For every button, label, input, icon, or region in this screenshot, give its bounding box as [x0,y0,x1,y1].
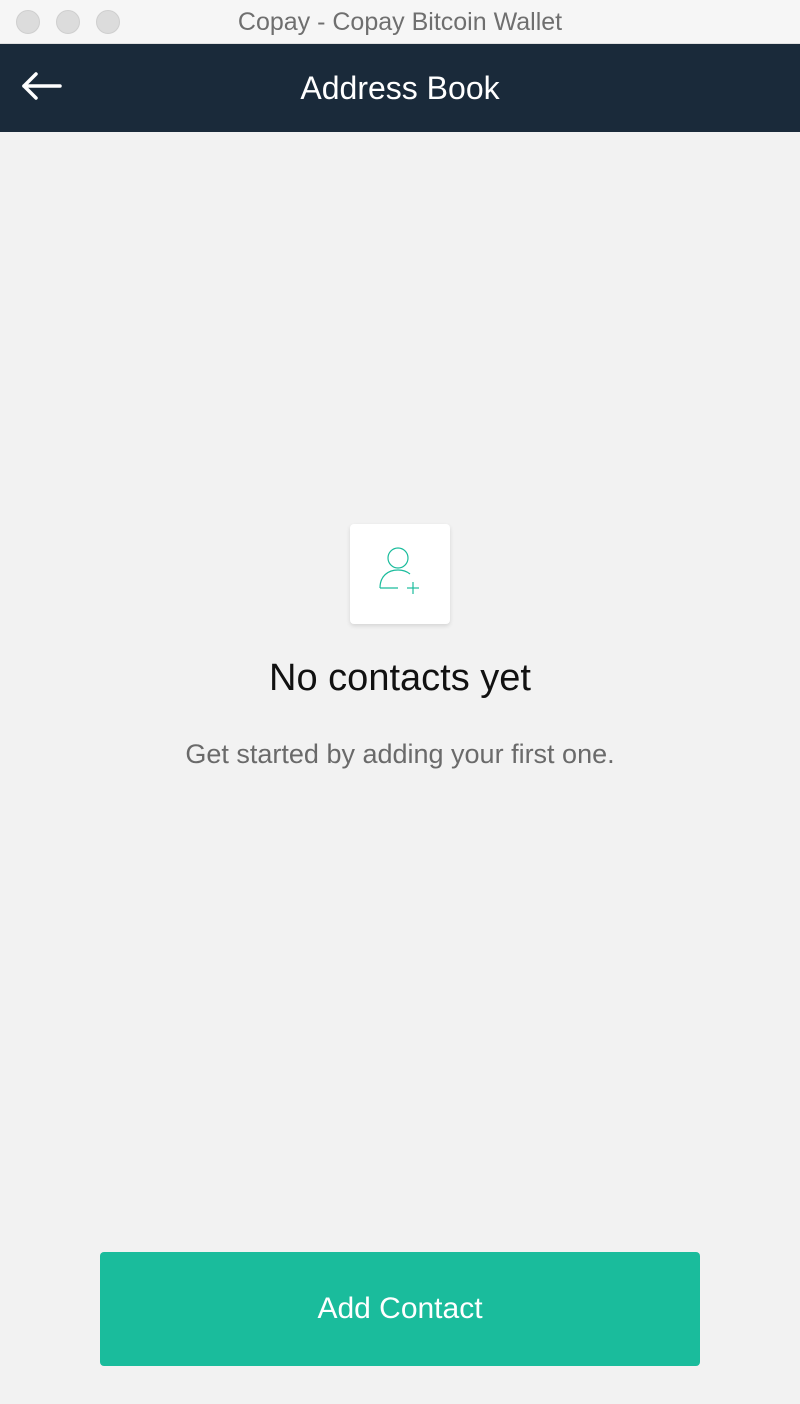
add-contact-button[interactable]: Add Contact [100,1252,700,1366]
app-header: Address Book [0,44,800,132]
empty-state-title: No contacts yet [269,657,531,699]
add-contact-icon [370,542,430,607]
app-window: Copay - Copay Bitcoin Wallet Address Boo… [0,0,800,1404]
window-titlebar: Copay - Copay Bitcoin Wallet [0,0,800,44]
page-title: Address Book [300,70,500,106]
empty-state-subtitle: Get started by adding your first one. [185,739,615,769]
window-title: Copay - Copay Bitcoin Wallet [237,8,563,36]
empty-state-icon-card [350,524,450,624]
